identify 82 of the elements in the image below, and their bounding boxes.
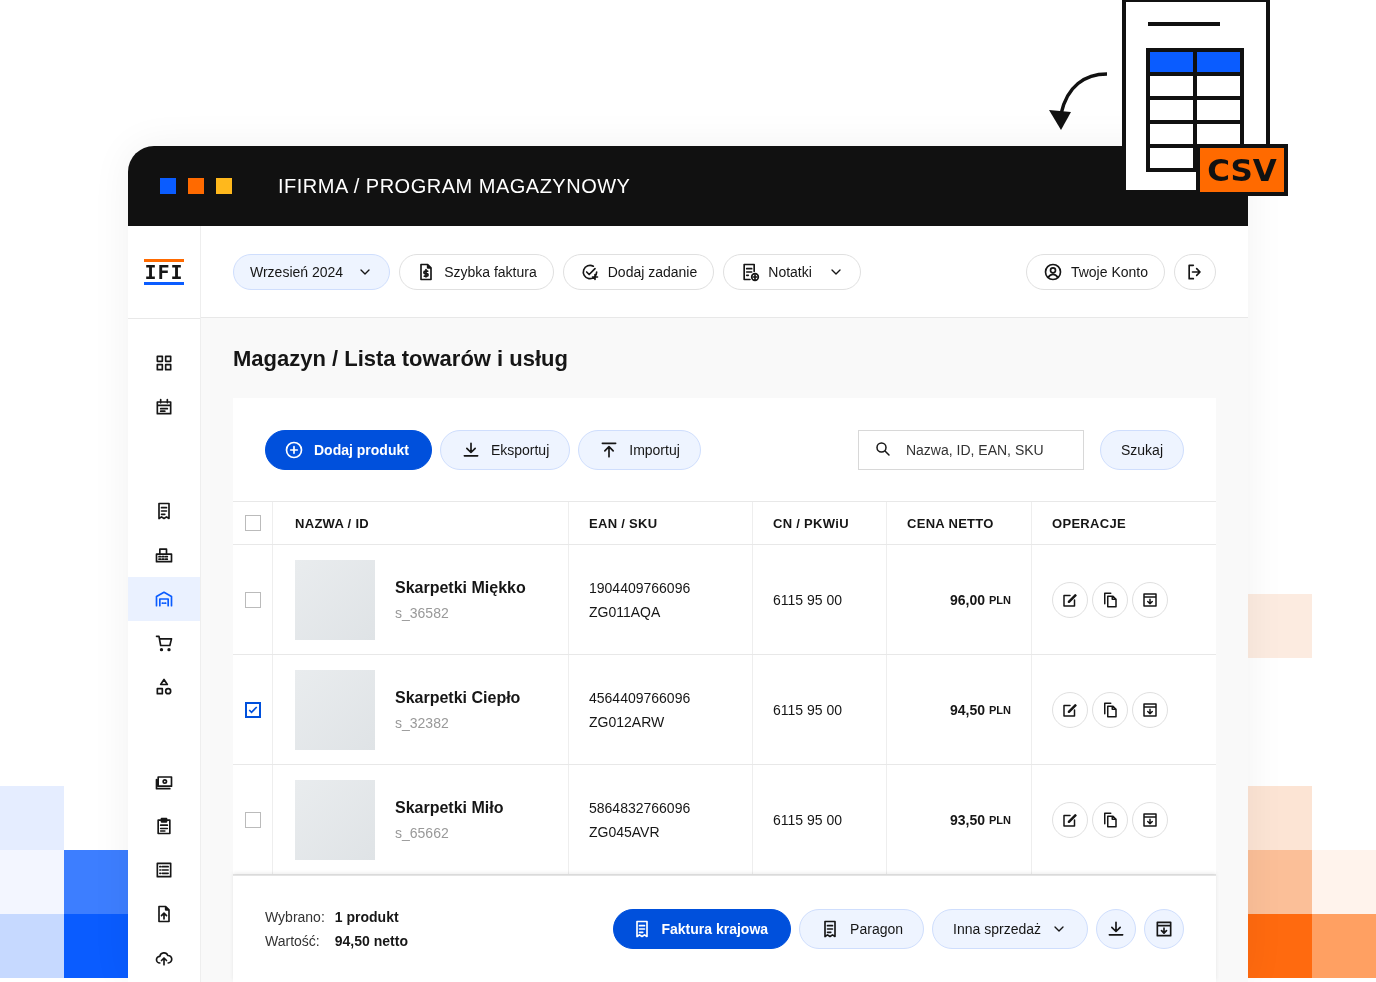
copy-button[interactable] (1092, 801, 1128, 838)
archive-icon (1141, 700, 1159, 719)
sku-code: ZG045AVR (589, 823, 660, 840)
shapes-icon (154, 677, 174, 697)
calendar-icon (154, 397, 174, 417)
select-all-checkbox[interactable] (245, 515, 261, 531)
row-checkbox[interactable] (245, 811, 261, 828)
icon-button[interactable] (1144, 909, 1184, 949)
summary-label: Wybrano: (265, 909, 325, 925)
curved-arrow-icon (1047, 70, 1109, 132)
action-button[interactable]: Importuj (578, 429, 701, 470)
period-dropdown[interactable]: Wrzesień 2024 (233, 253, 391, 290)
edit-button[interactable] (1052, 581, 1088, 618)
sale-button[interactable]: Paragon (799, 909, 925, 949)
cn-code: 6115 95 00 (773, 591, 843, 608)
copy-icon (1101, 590, 1119, 609)
currency: PLN (989, 703, 1011, 716)
list-icon (154, 860, 174, 880)
clipboard-icon (154, 816, 174, 836)
archive-icon (1141, 810, 1159, 829)
icon-button[interactable] (1096, 909, 1136, 949)
sku-code: ZG011AQA (589, 603, 661, 620)
search-button[interactable]: Szukaj (1099, 429, 1184, 470)
toolbar-button[interactable]: Szybka faktura (399, 253, 554, 290)
net-price: 96,00 (949, 591, 985, 608)
action-button[interactable]: Eksportuj (439, 429, 571, 470)
column-header: CENA NETTO (907, 515, 994, 531)
net-price: 94,50 (949, 701, 985, 718)
product-name: Skarpetki Miękko (395, 578, 526, 597)
download-icon (1106, 919, 1126, 939)
cn-code: 6115 95 00 (773, 701, 843, 718)
logout-button[interactable] (1174, 253, 1216, 290)
archive-icon (1141, 590, 1159, 609)
search-icon (873, 439, 892, 458)
product-name: Skarpetki Miło (395, 798, 504, 817)
action-button[interactable]: Dodaj produkt (265, 429, 432, 470)
cash-register-icon (154, 545, 174, 565)
dashboard-grid-icon (154, 353, 174, 373)
ean-code: 4564409766096 (589, 689, 691, 706)
app-logo: IFI (144, 259, 184, 285)
edit-button[interactable] (1052, 801, 1088, 838)
toolbar-button[interactable]: Dodaj zadanie (562, 253, 715, 290)
account-button[interactable]: Twoje Konto (1025, 253, 1165, 290)
summary-value: 94,50 netto (334, 933, 408, 949)
column-header: OPERACJE (1052, 515, 1126, 531)
currency: PLN (989, 593, 1011, 606)
window-title: IFIRMA / PROGRAM MAGAZYNOWY (278, 174, 631, 198)
currency: PLN (989, 813, 1011, 826)
row-checkbox[interactable] (245, 701, 261, 718)
sale-dropdown[interactable]: Inna sprzedaż (932, 909, 1088, 949)
archive-button[interactable] (1132, 581, 1168, 618)
search-field[interactable]: Nazwa, ID, EAN, SKU (857, 429, 1084, 470)
product-id: s_36582 (395, 604, 450, 621)
archive-button[interactable] (1132, 801, 1168, 838)
sku-code: ZG012ARW (589, 713, 665, 730)
copy-icon (1101, 700, 1119, 719)
edit-button[interactable] (1052, 691, 1088, 728)
ean-code: 5864832766096 (589, 799, 691, 816)
toolbar-button[interactable]: Notatki (723, 253, 861, 290)
net-price: 93,50 (949, 811, 985, 828)
summary-label: Wartość: (265, 933, 321, 949)
cn-code: 6115 95 00 (773, 811, 843, 828)
csv-tag: CSV (1196, 144, 1288, 196)
archive-button[interactable] (1132, 691, 1168, 728)
column-header: CN / PKWiU (773, 515, 849, 531)
archive-icon (1154, 919, 1174, 939)
copy-button[interactable] (1092, 691, 1128, 728)
warehouse-icon (154, 589, 174, 609)
sale-button[interactable]: Faktura krajowa (612, 909, 792, 949)
copy-button[interactable] (1092, 581, 1128, 618)
notes-plus-icon (740, 261, 761, 282)
summary-value: 1 produkt (334, 909, 400, 925)
column-header: EAN / SKU (589, 515, 658, 531)
ean-code: 1904409766096 (589, 579, 691, 596)
copy-icon (1101, 810, 1119, 829)
cart-icon (154, 633, 174, 653)
product-id: s_65662 (395, 824, 450, 841)
column-header: NAZWA / ID (295, 515, 369, 531)
row-checkbox[interactable] (245, 591, 261, 608)
product-name: Skarpetki Ciepło (395, 688, 521, 707)
page-title: Magazyn / Lista towarów i usług (233, 345, 569, 373)
product-id: s_32382 (395, 714, 450, 731)
